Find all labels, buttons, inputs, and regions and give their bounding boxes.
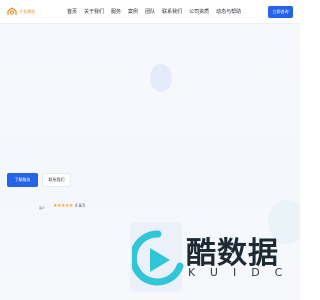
watermark-subtext: KUIDC xyxy=(188,266,298,279)
rating: ★★★★★ 4.8/5 xyxy=(53,203,85,209)
watermark-play-icon xyxy=(132,230,184,286)
nav-item-cases[interactable]: 案例 xyxy=(128,9,138,15)
star-icon: ★★★★★ xyxy=(53,203,73,209)
customer-label: 客户 xyxy=(39,206,46,210)
nav-item-home[interactable]: 首页 xyxy=(67,9,77,15)
page: 千金建筑 首页 关于我们 服务 案例 团队 联系我们 公司资质 动态与帮助 立即… xyxy=(0,0,300,300)
nav-item-contact[interactable]: 联系我们 xyxy=(162,9,182,15)
nav-item-team[interactable]: 团队 xyxy=(145,9,155,15)
nav-item-news-help[interactable]: 动态与帮助 xyxy=(216,9,241,15)
learn-services-button[interactable]: 了解服务 xyxy=(7,173,38,187)
watermark: 酷数据 KUIDC xyxy=(130,226,300,300)
nav-item-services[interactable]: 服务 xyxy=(111,9,121,15)
main-nav: 首页 关于我们 服务 案例 团队 联系我们 公司资质 动态与帮助 xyxy=(67,9,248,15)
decor-blob xyxy=(150,64,172,92)
contact-us-button[interactable]: 联系我们 xyxy=(42,173,71,187)
logo-text: 千金建筑 xyxy=(19,9,35,14)
rating-value: 4.8/5 xyxy=(74,203,86,208)
consult-button[interactable]: 立即咨询 xyxy=(268,6,293,18)
nav-item-qualifications[interactable]: 公司资质 xyxy=(189,9,209,15)
nav-item-about[interactable]: 关于我们 xyxy=(84,9,104,15)
logo[interactable]: 千金建筑 xyxy=(7,7,35,16)
top-header: 千金建筑 首页 关于我们 服务 案例 团队 联系我们 公司资质 动态与帮助 立即… xyxy=(0,0,300,24)
logo-icon xyxy=(7,7,17,16)
